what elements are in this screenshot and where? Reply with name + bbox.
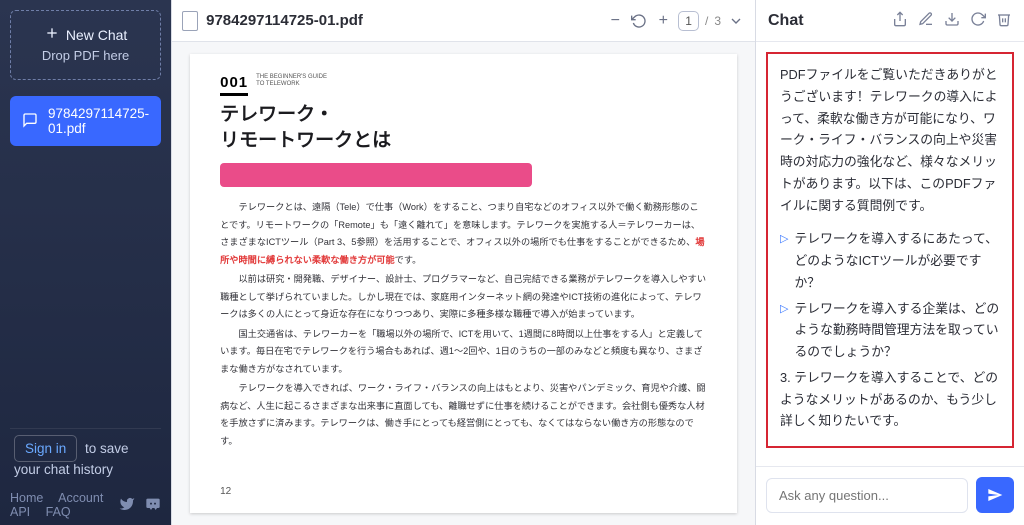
zoom-out-icon[interactable]: − xyxy=(606,12,624,30)
pdf-page: 001 THE BEGINNER'S GUIDETO TELEWORK テレワー… xyxy=(190,54,737,513)
page-total: 3 xyxy=(714,14,721,28)
new-chat-dropzone[interactable]: New Chat Drop PDF here xyxy=(10,10,161,80)
more-icon[interactable] xyxy=(727,13,745,29)
new-chat-label: New Chat xyxy=(66,27,127,43)
play-icon: ▷ xyxy=(780,300,788,319)
twitter-icon[interactable] xyxy=(119,496,135,515)
chat-intro: PDFファイルをご覧いただきありがとうございます！テレワークの導入によって、柔軟… xyxy=(780,64,1000,216)
suggested-question-2[interactable]: ▷ テレワークを導入する企業は、どのような勤務時間管理方法を取っているのでしょう… xyxy=(780,298,1000,363)
play-icon: ▷ xyxy=(780,230,788,249)
chat-title: Chat xyxy=(768,12,884,30)
refresh-icon[interactable] xyxy=(970,11,986,30)
sidebar-footer: Home Account API FAQ xyxy=(10,487,161,519)
sidebar-chat-filename: 9784297114725-01.pdf xyxy=(48,106,149,136)
footer-api[interactable]: API xyxy=(10,505,30,519)
footer-account[interactable]: Account xyxy=(58,491,103,505)
send-button[interactable] xyxy=(976,477,1014,513)
document-icon xyxy=(182,11,198,31)
chapter-subtitle: THE BEGINNER'S GUIDETO TELEWORK xyxy=(256,74,327,87)
share-icon[interactable] xyxy=(892,11,908,30)
rotate-icon[interactable] xyxy=(630,13,648,29)
pdf-toolbar: 9784297114725-01.pdf − + 1 / 3 xyxy=(172,0,755,42)
suggested-question-3[interactable]: 3. テレワークを導入することで、どのようなメリットがあるのか、もう少し詳しく知… xyxy=(780,367,1000,432)
pdf-panel: 9784297114725-01.pdf − + 1 / 3 001 THE B… xyxy=(171,0,756,525)
download-icon[interactable] xyxy=(944,11,960,30)
heading-bar xyxy=(220,163,532,187)
footer-home[interactable]: Home xyxy=(10,491,43,505)
chat-panel: Chat PDFファイルをご覧いただきありがとうございます！テレワークの導入によ… xyxy=(756,0,1024,525)
trash-icon[interactable] xyxy=(996,11,1012,30)
page-sep: / xyxy=(705,14,708,28)
drop-pdf-label: Drop PDF here xyxy=(42,48,129,63)
zoom-in-icon[interactable]: + xyxy=(654,12,672,30)
chat-message: PDFファイルをご覧いただきありがとうございます！テレワークの導入によって、柔軟… xyxy=(766,52,1014,448)
chapter-number: 001 xyxy=(220,74,248,96)
sidebar: New Chat Drop PDF here 9784297114725-01.… xyxy=(0,0,171,525)
suggested-question-1[interactable]: ▷ テレワークを導入するにあたって、どのようなICTツールが必要ですか？ xyxy=(780,228,1000,293)
chat-input[interactable] xyxy=(766,478,968,513)
sidebar-chat-item[interactable]: 9784297114725-01.pdf xyxy=(10,96,161,146)
edit-icon[interactable] xyxy=(918,11,934,30)
footer-faq[interactable]: FAQ xyxy=(46,505,71,519)
chat-header: Chat xyxy=(756,0,1024,42)
chat-icon xyxy=(22,112,38,131)
chat-body: PDFファイルをご覧いただきありがとうございます！テレワークの導入によって、柔軟… xyxy=(756,42,1024,466)
discord-icon[interactable] xyxy=(145,496,161,515)
signin-button[interactable]: Sign in xyxy=(14,435,77,462)
pdf-filename: 9784297114725-01.pdf xyxy=(206,12,598,29)
pdf-page-number: 12 xyxy=(220,486,707,497)
chat-input-row xyxy=(756,466,1024,525)
document-title: テレワーク・リモートワークとは xyxy=(220,102,707,153)
signin-row: Sign in to save your chat history xyxy=(10,428,161,487)
pdf-viewport[interactable]: 001 THE BEGINNER'S GUIDETO TELEWORK テレワー… xyxy=(172,42,755,525)
page-current[interactable]: 1 xyxy=(678,11,699,31)
plus-icon xyxy=(44,25,60,44)
document-body: テレワークとは、遠隔（Tele）で仕事（Work）をすること、つまり自宅などのオ… xyxy=(220,199,707,482)
